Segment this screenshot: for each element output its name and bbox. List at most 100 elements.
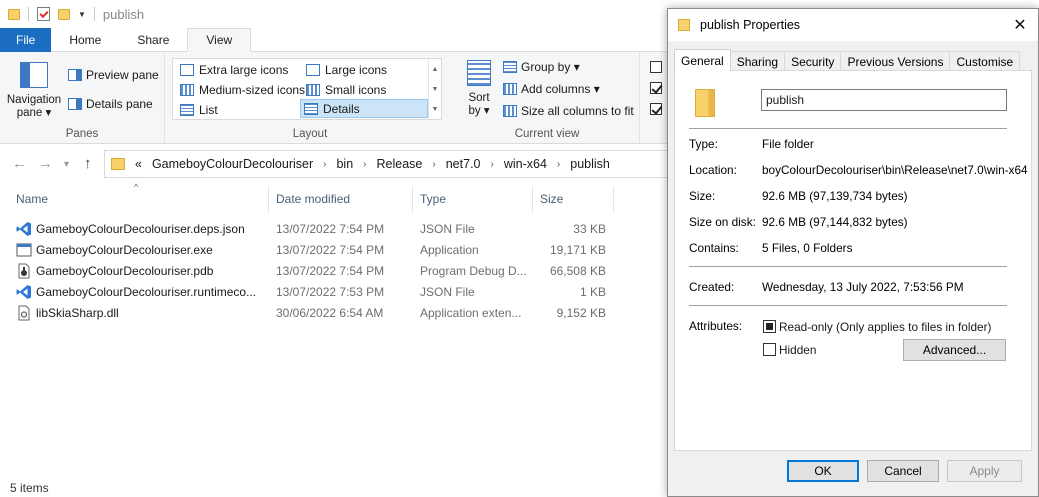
column-header-date[interactable]: Date modified <box>270 186 413 212</box>
size-columns-icon <box>503 105 517 117</box>
file-name: GameboyColourDecolouriser.runtimeco... <box>36 284 257 299</box>
read-only-checkbox[interactable] <box>763 320 776 333</box>
chevron-down-icon[interactable]: ▼ <box>78 10 86 19</box>
details-pane-button[interactable]: Details pane <box>68 97 153 111</box>
navigation-pane-label-2: pane ▾ <box>16 107 52 119</box>
breadcrumb-chevron-icon[interactable]: › <box>323 159 326 170</box>
tab-home[interactable]: Home <box>51 28 119 52</box>
layout-medium-icons[interactable]: Medium-sized icons <box>177 80 308 99</box>
back-arrow-icon[interactable]: ← <box>12 155 27 172</box>
add-columns-button[interactable]: Add columns ▾ <box>503 82 600 96</box>
current-view-group: Sort by ▾ Group by ▾ Add columns ▾ Size … <box>455 52 640 144</box>
breadcrumb-chevron-icon[interactable]: › <box>491 159 494 170</box>
hidden-label[interactable]: Hidden <box>779 343 816 357</box>
panes-group: Navigation pane ▾ Preview pane Details p… <box>0 52 165 144</box>
layout-details-label: Details <box>323 101 360 116</box>
column-header-size[interactable]: Size <box>534 186 614 212</box>
tab-file[interactable]: File <box>0 28 52 52</box>
close-icon[interactable]: ✕ <box>1010 15 1030 35</box>
file-extensions-checkbox[interactable] <box>650 82 662 94</box>
layout-extra-large-icons[interactable]: Extra large icons <box>177 60 291 79</box>
layout-extra-large-label: Extra large icons <box>199 62 289 77</box>
preview-pane-icon <box>68 69 82 81</box>
add-columns-icon <box>503 83 517 95</box>
apply-button[interactable]: Apply <box>947 460 1022 482</box>
advanced-button[interactable]: Advanced... <box>903 339 1006 361</box>
scroll-down-icon[interactable]: ▼ <box>432 86 439 93</box>
cancel-button[interactable]: Cancel <box>867 460 939 482</box>
tab-view[interactable]: View <box>187 28 252 52</box>
ribbon-view: Navigation pane ▾ Preview pane Details p… <box>0 52 670 144</box>
breadcrumb-release[interactable]: Release <box>377 157 423 171</box>
file-size: 9,152 KB <box>556 305 606 320</box>
file-size: 1 KB <box>579 284 606 299</box>
debug-pdb-icon <box>18 263 30 279</box>
scroll-up-icon[interactable]: ▲ <box>432 66 439 73</box>
layout-list[interactable]: List <box>177 100 221 119</box>
up-arrow-icon[interactable]: ↑ <box>84 155 92 172</box>
tab-share[interactable]: Share <box>119 28 187 52</box>
application-exe-icon <box>16 243 32 257</box>
breadcrumb-chevron-icon[interactable]: › <box>363 159 366 170</box>
breadcrumb-chevron-icon[interactable]: › <box>557 159 560 170</box>
divider <box>93 7 95 21</box>
new-folder-icon[interactable] <box>58 8 70 20</box>
file-row[interactable]: GameboyColourDecolouriser.runtimeco... 1… <box>10 281 610 302</box>
explorer-titlebar: ▼ publish <box>0 0 670 28</box>
hidden-items-checkbox[interactable] <box>650 103 662 115</box>
details-icon <box>304 102 318 115</box>
file-row[interactable]: GameboyColourDecolouriser.pdb 13/07/2022… <box>10 260 610 281</box>
tab-sharing[interactable]: Sharing <box>729 51 786 71</box>
tab-security[interactable]: Security <box>784 51 842 71</box>
column-header-name[interactable]: Name <box>10 186 269 212</box>
info-value: 92.6 MB (97,139,734 bytes) <box>762 189 908 203</box>
size-all-columns-button[interactable]: Size all columns to fit <box>503 104 634 118</box>
sort-by-button[interactable]: Sort by ▾ <box>461 60 497 118</box>
divider <box>689 128 1007 129</box>
file-row[interactable]: GameboyColourDecolouriser.exe 13/07/2022… <box>10 239 610 260</box>
group-by-button[interactable]: Group by ▾ <box>503 60 580 74</box>
properties-dialog: publish Properties ✕ General Sharing Sec… <box>667 8 1039 497</box>
address-bar[interactable]: « GameboyColourDecolouriser › bin › Rele… <box>104 150 670 178</box>
breadcrumb-chevron-icon[interactable]: › <box>432 159 435 170</box>
layout-gallery: Extra large icons Large icons Medium-siz… <box>172 58 442 120</box>
large-icons-icon <box>306 63 320 76</box>
hidden-checkbox[interactable] <box>763 343 776 356</box>
properties-icon[interactable] <box>37 7 50 21</box>
file-name: GameboyColourDecolouriser.pdb <box>36 263 214 278</box>
tab-previous-versions[interactable]: Previous Versions <box>840 51 951 71</box>
breadcrumb-gameboycolourdecolouriser[interactable]: GameboyColourDecolouriser <box>152 157 313 171</box>
layout-small-icons[interactable]: Small icons <box>303 80 389 99</box>
column-header-type[interactable]: Type <box>414 186 533 212</box>
tab-customise[interactable]: Customise <box>949 51 1021 71</box>
navigation-pane-button[interactable]: Navigation pane ▾ <box>6 62 62 120</box>
breadcrumb-bin[interactable]: bin <box>336 157 353 171</box>
ribbon-tabs: File Home Share View <box>0 28 670 52</box>
item-checkboxes-checkbox[interactable] <box>650 61 662 73</box>
expand-gallery-icon[interactable]: ▼ <box>432 106 439 113</box>
folder-icon <box>8 8 20 20</box>
file-type: Application <box>420 242 479 257</box>
preview-pane-button[interactable]: Preview pane <box>68 68 159 82</box>
forward-arrow-icon[interactable]: → <box>38 155 53 172</box>
layout-large-icons[interactable]: Large icons <box>303 60 390 79</box>
breadcrumb-net7[interactable]: net7.0 <box>446 157 481 171</box>
folder-icon <box>695 89 715 117</box>
file-row[interactable]: libSkiaSharp.dll 30/06/2022 6:54 AM Appl… <box>10 302 610 323</box>
ok-button[interactable]: OK <box>787 460 859 482</box>
layout-details[interactable]: Details <box>300 99 428 118</box>
file-date: 13/07/2022 7:54 PM <box>276 263 385 278</box>
info-value: 92.6 MB (97,144,832 bytes) <box>762 215 908 229</box>
layout-gallery-scroll[interactable]: ▲ ▼ ▼ <box>428 59 441 119</box>
breadcrumb-publish[interactable]: publish <box>570 157 610 171</box>
folder-name-input[interactable]: publish <box>761 89 1007 111</box>
recent-locations-chevron-icon[interactable]: ▾ <box>64 159 69 170</box>
file-row[interactable]: GameboyColourDecolouriser.deps.json 13/0… <box>10 218 610 239</box>
breadcrumb-win-x64[interactable]: win-x64 <box>504 157 547 171</box>
tab-general[interactable]: General <box>674 49 731 71</box>
file-type: Application exten... <box>420 305 522 320</box>
read-only-label[interactable]: Read-only (Only applies to files in fold… <box>779 320 991 334</box>
medium-icons-icon <box>180 83 194 96</box>
window-title: publish <box>102 6 145 22</box>
breadcrumb-overflow[interactable]: « <box>135 157 142 171</box>
